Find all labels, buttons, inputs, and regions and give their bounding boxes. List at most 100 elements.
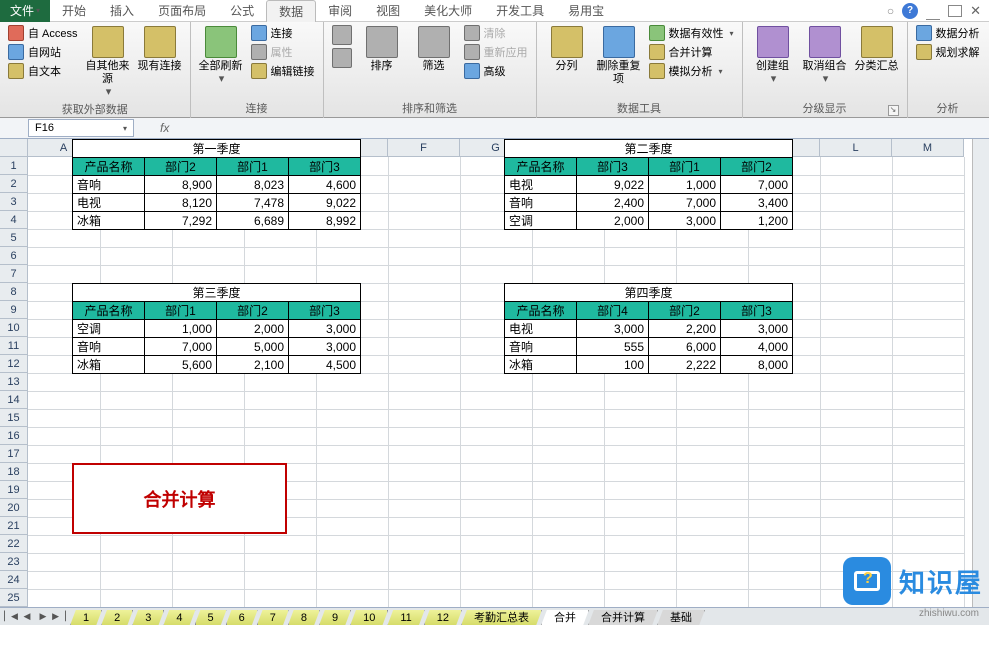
cell[interactable] [244, 589, 316, 607]
row-header[interactable]: 17 [0, 445, 28, 463]
cell[interactable] [604, 517, 676, 535]
formula-bar[interactable] [177, 122, 877, 134]
table-cell[interactable]: 2,400 [577, 194, 649, 212]
cell[interactable] [820, 445, 892, 463]
menu-tab-视图[interactable]: 视图 [364, 0, 412, 22]
cell[interactable] [388, 229, 460, 247]
cell[interactable] [532, 229, 604, 247]
cell[interactable] [676, 553, 748, 571]
table-cell[interactable]: 7,292 [145, 212, 217, 230]
cell[interactable] [388, 265, 460, 283]
menu-tab-开发工具[interactable]: 开发工具 [484, 0, 556, 22]
cell[interactable] [316, 535, 388, 553]
table-cell[interactable]: 2,100 [217, 356, 289, 374]
cell[interactable] [388, 481, 460, 499]
cell[interactable] [28, 445, 100, 463]
table-cell[interactable]: 7,000 [649, 194, 721, 212]
cell[interactable] [676, 571, 748, 589]
cell[interactable] [820, 535, 892, 553]
row-header[interactable]: 16 [0, 427, 28, 445]
row-header[interactable]: 1 [0, 157, 28, 175]
whatif-button[interactable]: 模拟分析▾ [647, 62, 736, 80]
cell[interactable] [100, 229, 172, 247]
subtotal-button[interactable]: 分类汇总 [853, 24, 901, 75]
from-access-button[interactable]: 自 Access [6, 24, 80, 42]
solver-button[interactable]: 规划求解 [914, 43, 982, 61]
cell[interactable] [604, 229, 676, 247]
cell[interactable] [316, 589, 388, 607]
row-header[interactable]: 8 [0, 283, 28, 301]
cell[interactable] [532, 427, 604, 445]
cell[interactable] [244, 391, 316, 409]
sheet-tab[interactable]: 合并计算 [588, 610, 658, 626]
table-cell[interactable]: 冰箱 [73, 356, 145, 374]
cell[interactable] [532, 247, 604, 265]
cell[interactable] [892, 283, 964, 301]
cell[interactable] [388, 373, 460, 391]
sort-za-button[interactable] [330, 47, 354, 69]
cell[interactable] [172, 571, 244, 589]
cell[interactable] [172, 229, 244, 247]
window-close-icon[interactable]: ✕ [970, 3, 981, 19]
sheet-tab[interactable]: 10 [350, 610, 388, 626]
cell[interactable] [316, 427, 388, 445]
cell[interactable] [28, 589, 100, 607]
cell[interactable] [532, 481, 604, 499]
col-header[interactable]: F [388, 139, 460, 157]
sheet-tab[interactable]: 基础 [657, 610, 705, 626]
cell[interactable] [316, 247, 388, 265]
ribbon-min-icon[interactable]: ○ [887, 4, 894, 18]
cell[interactable] [460, 229, 532, 247]
menu-tab-美化大师[interactable]: 美化大师 [412, 0, 484, 22]
tab-nav-prev[interactable]: ◀ [20, 610, 34, 624]
cell[interactable] [244, 535, 316, 553]
cell[interactable] [820, 193, 892, 211]
row-header[interactable]: 15 [0, 409, 28, 427]
table-cell[interactable]: 5,600 [145, 356, 217, 374]
cell[interactable] [532, 499, 604, 517]
clear-filter-button[interactable]: 清除 [462, 24, 530, 42]
cell[interactable] [820, 247, 892, 265]
sheet-tab[interactable]: 12 [424, 610, 462, 626]
row-header[interactable]: 19 [0, 481, 28, 499]
table-cell[interactable]: 冰箱 [73, 212, 145, 230]
cell[interactable] [748, 517, 820, 535]
sheet-tab[interactable]: 4 [163, 610, 195, 626]
cell[interactable] [532, 409, 604, 427]
cell[interactable] [892, 355, 964, 373]
cell[interactable] [460, 373, 532, 391]
cell[interactable] [172, 391, 244, 409]
consolidate-button[interactable]: 合并计算 [647, 43, 736, 61]
cell[interactable] [892, 445, 964, 463]
sheet-tab[interactable]: 7 [257, 610, 289, 626]
sheet-tab[interactable]: 合并 [541, 610, 589, 626]
cell[interactable] [820, 481, 892, 499]
cell[interactable] [388, 445, 460, 463]
cell[interactable] [748, 229, 820, 247]
cell[interactable] [820, 211, 892, 229]
table-cell[interactable]: 7,000 [145, 338, 217, 356]
cell[interactable] [28, 409, 100, 427]
cell[interactable] [460, 463, 532, 481]
cell[interactable] [388, 517, 460, 535]
data-analysis-button[interactable]: 数据分析 [914, 24, 982, 42]
cell[interactable] [460, 409, 532, 427]
table-cell[interactable]: 4,600 [289, 176, 361, 194]
cell[interactable] [388, 301, 460, 319]
table-cell[interactable]: 2,200 [649, 320, 721, 338]
cell[interactable] [604, 463, 676, 481]
tab-nav-first[interactable]: ▏◀ [4, 610, 18, 624]
sheet-tab[interactable]: 考勤汇总表 [461, 610, 542, 626]
table-cell[interactable]: 音响 [505, 194, 577, 212]
table-cell[interactable]: 3,400 [721, 194, 793, 212]
cell[interactable] [388, 247, 460, 265]
cell[interactable] [820, 337, 892, 355]
cell[interactable] [892, 391, 964, 409]
table-cell[interactable]: 8,000 [721, 356, 793, 374]
cell[interactable] [172, 535, 244, 553]
cell[interactable] [460, 589, 532, 607]
cell[interactable] [604, 373, 676, 391]
cell[interactable] [388, 499, 460, 517]
row-header[interactable]: 5 [0, 229, 28, 247]
cell[interactable] [892, 517, 964, 535]
